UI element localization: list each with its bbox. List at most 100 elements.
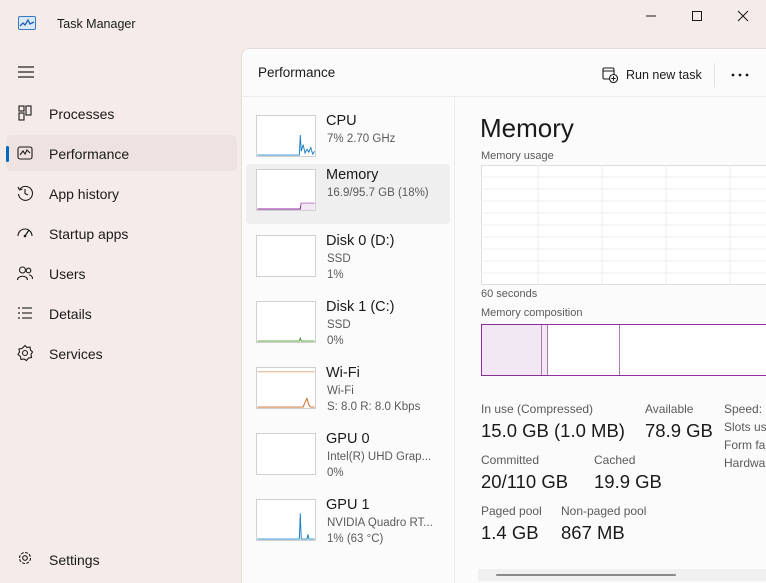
- perf-item-memory[interactable]: Memory 16.9/95.7 GB (18%): [246, 164, 450, 224]
- processes-icon: [18, 105, 32, 121]
- minimize-icon: [646, 15, 656, 17]
- gear-icon: [18, 551, 32, 565]
- maximize-button[interactable]: [674, 0, 720, 32]
- users-icon: [16, 266, 34, 281]
- disk0-thumbnail-graph: [256, 235, 316, 277]
- memory-thumbnail-graph: [256, 169, 316, 211]
- non-paged-pool-value: 867 MB: [561, 522, 625, 543]
- nav-item-processes[interactable]: Processes: [6, 95, 237, 131]
- perf-item-gpu-0[interactable]: GPU 0 Intel(R) UHD Grap... 0%: [246, 428, 450, 488]
- run-new-task-button[interactable]: Run new task: [602, 65, 702, 85]
- available-label: Available: [645, 402, 694, 416]
- scrollbar-thumb[interactable]: [496, 574, 676, 576]
- close-button[interactable]: [720, 0, 766, 32]
- nav-label: App history: [49, 186, 120, 202]
- perf-item-name: GPU 0: [326, 431, 370, 447]
- horizontal-scrollbar[interactable]: [478, 569, 766, 581]
- gpu1-thumbnail-graph: [256, 499, 316, 541]
- nav-label: Startup apps: [49, 226, 129, 242]
- committed-label: Committed: [481, 453, 540, 467]
- paged-pool-label: Paged pool: [481, 504, 542, 518]
- nav-item-users[interactable]: Users: [6, 255, 237, 291]
- perf-item-usage: 0%: [327, 467, 344, 479]
- cached-label: Cached: [594, 453, 636, 467]
- perf-item-detail: NVIDIA Quadro RT...: [327, 517, 433, 529]
- startup-icon: [17, 228, 33, 238]
- nav-item-settings[interactable]: Settings: [6, 541, 237, 577]
- title-bar: Task Manager: [0, 0, 766, 48]
- perf-item-cpu[interactable]: CPU 7% 2.70 GHz: [246, 110, 450, 170]
- nav-item-details[interactable]: Details: [6, 295, 237, 331]
- memory-composition-label: Memory composition: [481, 307, 583, 319]
- task-manager-icon: [18, 16, 36, 30]
- memory-usage-label: Memory usage: [481, 150, 554, 162]
- perf-item-name: Memory: [326, 167, 379, 183]
- content-header: Performance Run new task: [242, 49, 766, 97]
- perf-item-disk-1[interactable]: Disk 1 (C:) SSD 0%: [246, 296, 450, 356]
- nav-item-performance[interactable]: Performance: [6, 135, 237, 171]
- window-title: Task Manager: [57, 17, 136, 31]
- composition-in-use: [482, 325, 542, 375]
- composition-standby: [549, 325, 620, 375]
- perf-item-name: Wi-Fi: [326, 365, 360, 381]
- perf-item-detail: SSD: [327, 319, 351, 331]
- wifi-thumbnail-graph: [256, 367, 316, 409]
- perf-item-name: GPU 1: [326, 497, 370, 513]
- hamburger-icon: [18, 66, 34, 78]
- nav-item-startup-apps[interactable]: Startup apps: [6, 215, 237, 251]
- active-indicator: [6, 146, 9, 162]
- in-use-value: 15.0 GB (1.0 MB): [481, 420, 625, 441]
- paged-pool-value: 1.4 GB: [481, 522, 539, 543]
- committed-value: 20/110 GB: [481, 471, 569, 492]
- memory-composition-bar: [481, 324, 766, 376]
- perf-item-detail: SSD: [327, 253, 351, 265]
- perf-item-disk-0[interactable]: Disk 0 (D:) SSD 1%: [246, 230, 450, 290]
- cpu-thumbnail-graph: [256, 115, 316, 157]
- header-separator: [714, 63, 715, 87]
- details-icon: [18, 307, 32, 319]
- nav-item-app-history[interactable]: App history: [6, 175, 237, 211]
- performance-list: CPU 7% 2.70 GHz Memory 16.9/95.7 GB (18%…: [242, 97, 455, 583]
- memory-usage-graph: [481, 165, 766, 285]
- navigation-menu-button[interactable]: [14, 60, 38, 84]
- nav-item-services[interactable]: Services: [6, 335, 237, 371]
- form-factor-label: Form fa: [724, 438, 766, 452]
- run-task-label: Run new task: [626, 68, 702, 82]
- nav-label: Services: [49, 346, 103, 362]
- perf-item-usage: 1%: [327, 269, 344, 281]
- non-paged-pool-label: Non-paged pool: [561, 504, 647, 518]
- available-value: 78.9 GB: [645, 420, 713, 441]
- perf-item-usage: 0%: [327, 335, 344, 347]
- page-title: Performance: [258, 65, 336, 80]
- time-range-label: 60 seconds: [481, 288, 538, 300]
- perf-item-wifi[interactable]: Wi-Fi Wi-Fi S: 8.0 R: 8.0 Kbps: [246, 362, 450, 422]
- minimize-button[interactable]: [628, 0, 674, 32]
- nav-label: Details: [49, 306, 92, 322]
- services-icon: [17, 344, 34, 362]
- more-icon: [731, 73, 749, 77]
- content-panel: Performance Run new task CPU 7% 2.70 GHz…: [241, 48, 766, 583]
- perf-item-detail: Wi-Fi: [327, 385, 354, 397]
- disk1-thumbnail-graph: [256, 301, 316, 343]
- close-icon: [737, 10, 749, 22]
- detail-title: Memory: [480, 113, 574, 143]
- more-options-button[interactable]: [726, 67, 754, 83]
- perf-item-gpu-1[interactable]: GPU 1 NVIDIA Quadro RT... 1% (63 °C): [246, 494, 450, 554]
- perf-item-usage: 1% (63 °C): [327, 533, 384, 545]
- perf-item-name: Disk 0 (D:): [326, 233, 395, 249]
- gpu0-thumbnail-graph: [256, 433, 316, 475]
- nav-label: Users: [49, 266, 86, 282]
- perf-item-usage: S: 8.0 R: 8.0 Kbps: [327, 401, 421, 413]
- perf-item-detail: 16.9/95.7 GB (18%): [327, 187, 429, 199]
- run-task-icon: [602, 67, 618, 83]
- nav-label: Processes: [49, 106, 115, 122]
- settings-label: Settings: [49, 552, 100, 568]
- performance-icon: [17, 146, 33, 160]
- maximize-icon: [692, 11, 702, 21]
- perf-item-name: Disk 1 (C:): [326, 299, 395, 315]
- in-use-label: In use (Compressed): [481, 402, 594, 416]
- cached-value: 19.9 GB: [594, 471, 662, 492]
- nav-label: Performance: [49, 146, 130, 162]
- history-icon: [17, 185, 34, 201]
- speed-label: Speed:: [724, 402, 763, 416]
